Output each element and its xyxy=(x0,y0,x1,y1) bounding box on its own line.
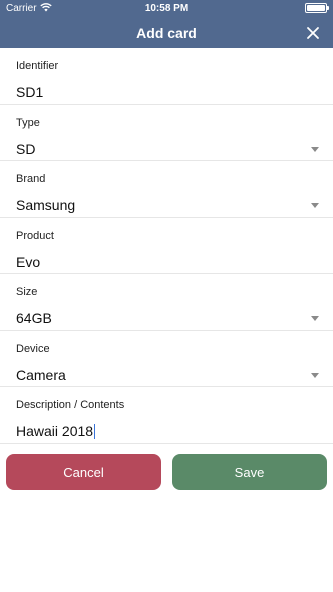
action-buttons: Cancel Save xyxy=(6,454,327,490)
clock-label: 10:58 PM xyxy=(144,3,189,14)
device-label: Device xyxy=(16,342,50,355)
description-input[interactable]: Hawaii 2018 xyxy=(16,423,96,439)
size-field[interactable]: Size 64GB xyxy=(0,274,333,331)
chevron-down-icon[interactable] xyxy=(311,203,319,208)
brand-field[interactable]: Brand Samsung xyxy=(0,161,333,218)
brand-select[interactable]: Samsung xyxy=(16,197,75,213)
battery-icon xyxy=(305,3,329,13)
product-label: Product xyxy=(16,229,54,242)
type-select[interactable]: SD xyxy=(16,141,35,157)
chevron-down-icon[interactable] xyxy=(311,372,319,378)
text-cursor xyxy=(94,424,96,439)
save-button[interactable]: Save xyxy=(172,454,327,490)
type-field[interactable]: Type SD xyxy=(0,105,333,161)
size-select[interactable]: 64GB xyxy=(16,310,52,326)
description-field[interactable]: Description / Contents Hawaii 2018 xyxy=(0,387,333,444)
size-label: Size xyxy=(16,286,38,298)
cancel-button[interactable]: Cancel xyxy=(6,454,161,490)
close-icon[interactable] xyxy=(303,23,323,43)
device-select[interactable]: Camera xyxy=(16,367,66,383)
navigation-header: Carrier 10:58 PM Add card xyxy=(0,0,333,48)
identifier-label: Identifier xyxy=(16,60,59,72)
add-card-form: Identifier SD1 Type SD Brand Samsung Pro… xyxy=(0,48,333,444)
brand-label: Brand xyxy=(16,173,46,185)
device-field[interactable]: Device Camera xyxy=(0,331,333,387)
page-title: Add card xyxy=(136,25,197,41)
description-text: Hawaii 2018 xyxy=(16,423,94,439)
description-label: Description / Contents xyxy=(16,399,125,411)
battery-fill xyxy=(307,5,325,11)
product-field[interactable]: Product Evo xyxy=(0,218,333,274)
product-input[interactable]: Evo xyxy=(16,254,40,270)
chevron-down-icon[interactable] xyxy=(311,316,319,321)
identifier-input[interactable]: SD1 xyxy=(16,84,43,100)
chevron-down-icon[interactable] xyxy=(311,146,319,152)
type-label: Type xyxy=(16,116,40,129)
status-bar: Carrier 10:58 PM xyxy=(0,0,333,17)
identifier-field[interactable]: Identifier SD1 xyxy=(0,48,333,105)
